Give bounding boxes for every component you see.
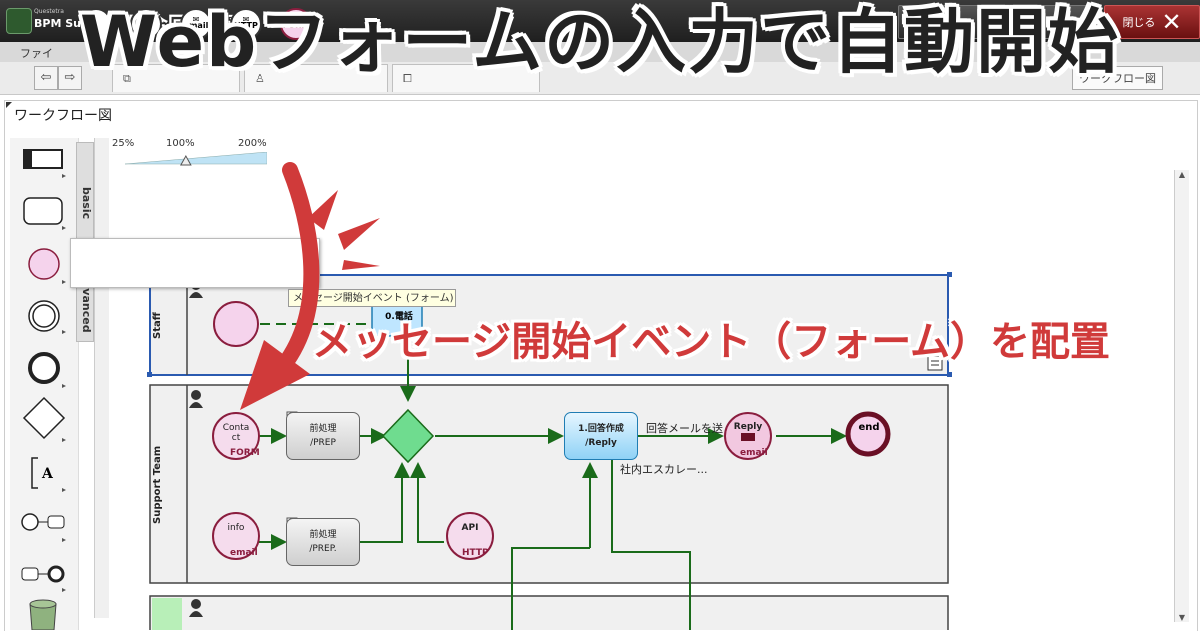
contact-event-line2: ct [231,433,241,443]
end-event-tool-icon[interactable] [28,352,60,384]
canvas-scrollbar[interactable]: ▲ ▼ [1174,170,1189,622]
gateway-tool-icon[interactable] [22,396,66,440]
lane-label-support: Support Team [152,445,163,525]
end-event-label: end [858,422,880,433]
task-reply[interactable]: 1.回答作成 /Reply [564,412,638,460]
spark-ray-3 [342,260,380,270]
scroll-down-icon[interactable]: ▼ [1175,613,1189,622]
task-prep-1-code: /PREP [310,438,336,448]
task-prep-2-code: /PREP. [309,544,337,554]
task-prep-1-name: 前処理 [309,424,337,434]
arrow-shaft [272,162,320,378]
panel-title: ワークフロー図 [14,108,112,124]
task-reply-name: 1.回答作成 [578,424,624,434]
lane-label-staff: Staff [152,312,163,340]
palette-scrollbar[interactable] [94,138,109,618]
annotation-tool-icon[interactable]: A [31,457,54,489]
info-event-type: email [230,548,258,558]
scroll-up-icon[interactable]: ▲ [1175,170,1189,179]
callout-arrow [240,162,380,410]
zoom-max-label: 200% [238,138,267,149]
message-connector-tool-icon[interactable] [21,513,65,531]
text-tool-glyph: A [41,466,54,482]
flow-label-reply: 回答メールを送 [646,421,723,435]
task-prep-2-name: 前処理 [309,530,337,540]
contact-event-line1: Conta [222,423,250,433]
reply-event-type: email [740,448,768,458]
info-event-line1: info [227,523,245,533]
annotation-overlay: メッセージ開始イベント（フォーム）を配置 [312,319,1110,365]
start-event-tool-icon[interactable] [28,248,60,280]
palette-items: A [21,149,66,630]
contact-event-type: FORM [230,448,260,458]
zoom-mid-label: 100% [166,138,195,149]
data-store-tool-icon[interactable] [29,599,57,630]
api-event-line1: API [461,523,479,533]
flow-label-escalate: 社内エスカレー... [620,462,708,476]
intermediate-event-tool-icon[interactable] [28,300,60,332]
spark-ray-2 [338,218,380,250]
mail-filled-icon [741,433,755,441]
zoom-min-label: 25% [112,138,135,149]
headline-overlay: Webフォームの入力で自動開始 [79,1,1121,83]
end-event-shape[interactable] [845,411,891,457]
palette-expand-arrows [62,174,66,592]
lane-next-header [152,598,182,630]
task-reply-code: /Reply [585,438,617,448]
task-prep-2[interactable]: 前処理 /PREP. [286,518,360,566]
reply-event-line1: Reply [733,422,763,432]
task-tool-icon[interactable] [23,197,63,225]
lane-next-frame[interactable] [149,595,949,630]
api-event-type: HTTP [462,548,489,558]
throw-connector-tool-icon[interactable] [21,565,65,583]
pool-tool-icon[interactable] [23,149,63,169]
panel-collapse-icon[interactable] [6,102,12,108]
